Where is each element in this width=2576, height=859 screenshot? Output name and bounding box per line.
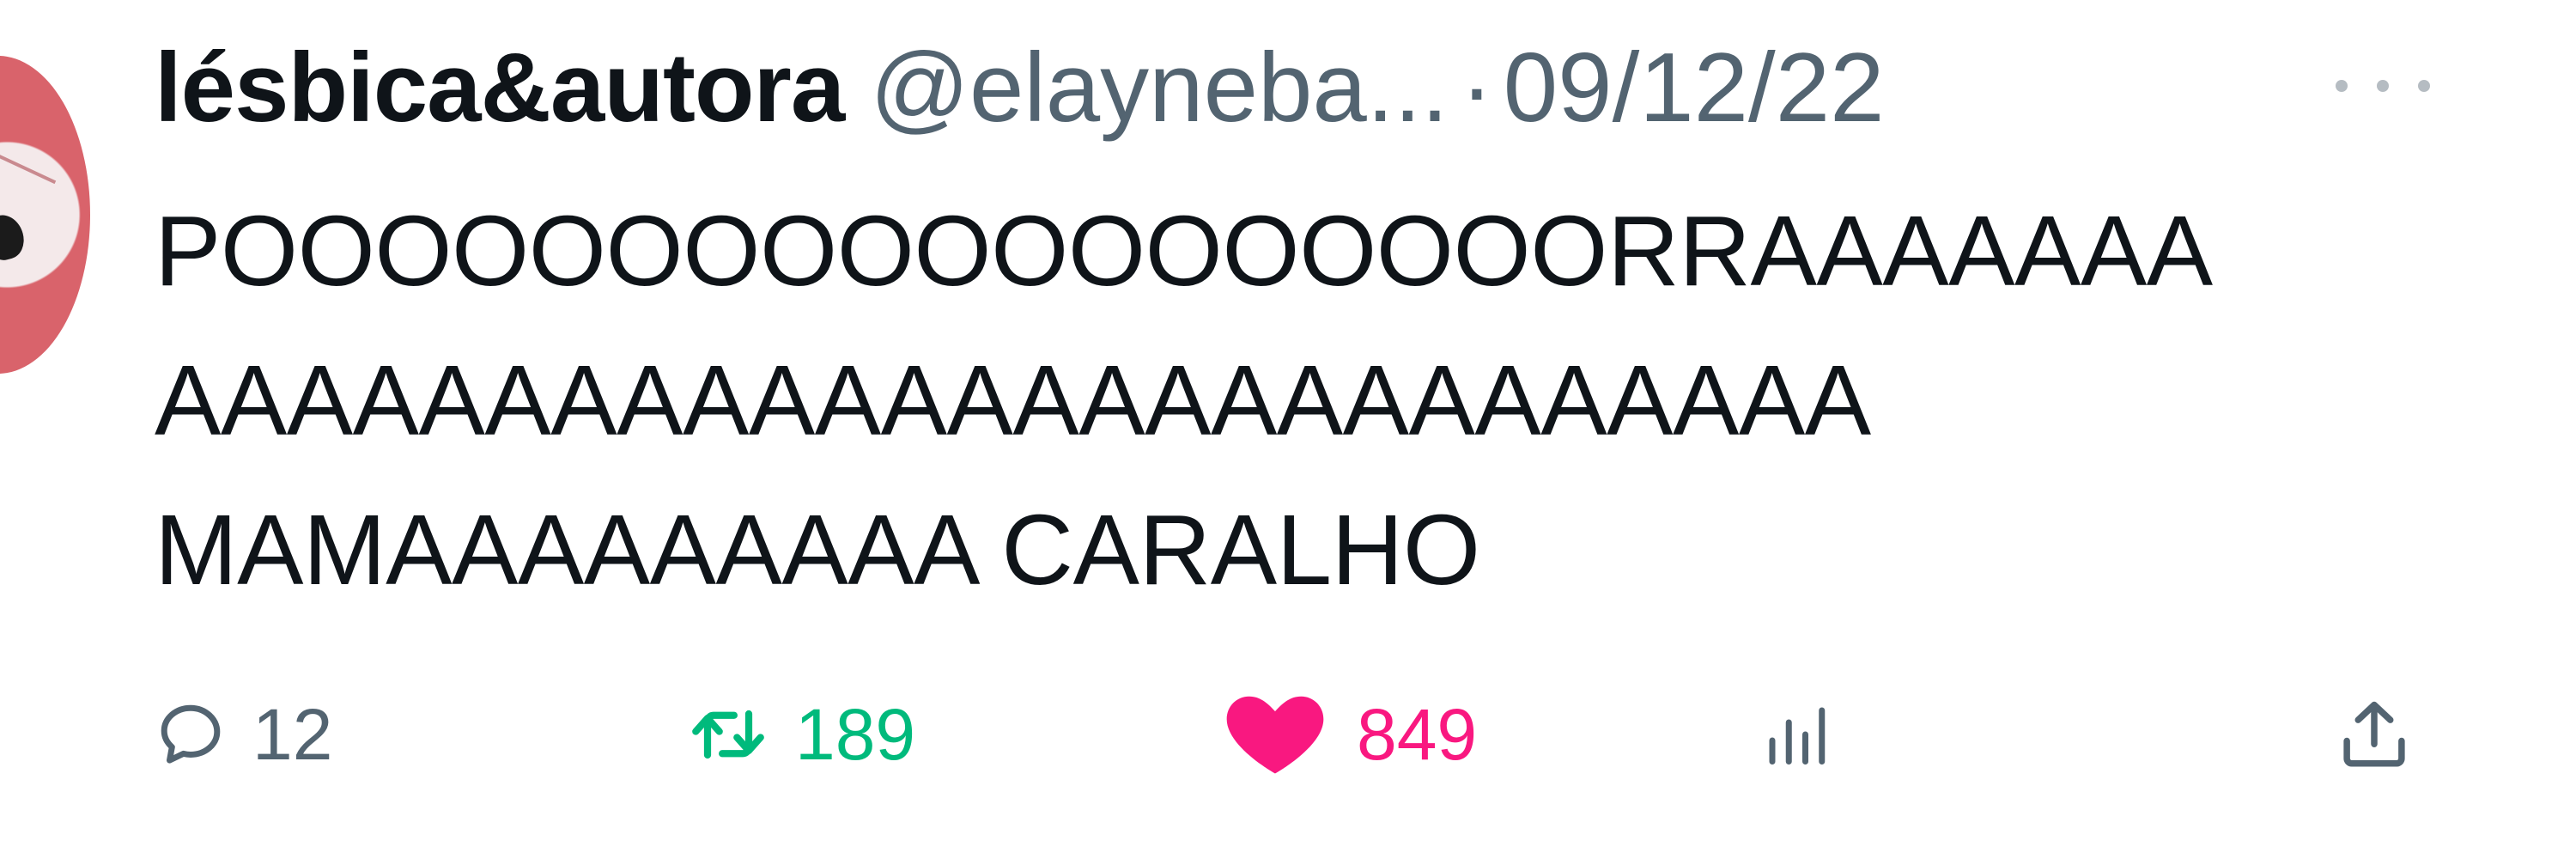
display-name[interactable]: lésbica&autora	[155, 40, 845, 137]
view-count-button[interactable]	[1760, 687, 1832, 782]
ellipsis-icon	[2336, 80, 2348, 92]
share-upload-icon	[2343, 701, 2405, 767]
tweet-text-line: AAAAAAAAAAAAAAAAAAAAAAAAAA	[155, 344, 1871, 456]
more-options-button[interactable]	[2336, 69, 2430, 103]
speech-bubble-icon	[161, 704, 221, 764]
tweet-text-line: POOOOOOOOOOOOOOOOOORRAAAAAAA	[155, 195, 2213, 307]
reply-button[interactable]: 12	[155, 687, 332, 782]
tweet-date[interactable]: 09/12/22	[1504, 40, 1885, 137]
avatar-decoration	[0, 210, 29, 264]
tweet-header: lésbica&autora @elayneba... · 09/12/22	[155, 24, 1885, 153]
reply-count: 12	[252, 694, 333, 775]
tweet-actions-bar: 12 189 849	[155, 687, 2439, 782]
retweet-count: 189	[795, 694, 916, 775]
tweet-text: POOOOOOOOOOOOOOOOOORRAAAAAAA AAAAAAAAAAA…	[155, 176, 2516, 624]
heart-filled-icon	[1226, 696, 1324, 774]
like-button[interactable]: 849	[1219, 687, 1477, 782]
bar-chart-icon	[1769, 707, 1826, 765]
tweet-text-line: MAMAAAAAAAAA CARALHO	[155, 494, 1480, 606]
avatar-decoration	[0, 137, 57, 185]
ellipsis-icon	[2418, 80, 2430, 92]
avatar[interactable]	[0, 56, 90, 374]
share-button[interactable]	[2336, 687, 2413, 782]
tweet-card[interactable]: lésbica&autora @elayneba... · 09/12/22 P…	[0, 0, 2576, 859]
ellipsis-icon	[2377, 80, 2389, 92]
user-handle[interactable]: @elayneba...	[870, 40, 1448, 137]
like-count: 849	[1357, 694, 1478, 775]
separator-dot: ·	[1460, 34, 1493, 143]
retweet-button[interactable]: 189	[687, 687, 915, 782]
retweet-arrows-icon	[692, 710, 764, 759]
